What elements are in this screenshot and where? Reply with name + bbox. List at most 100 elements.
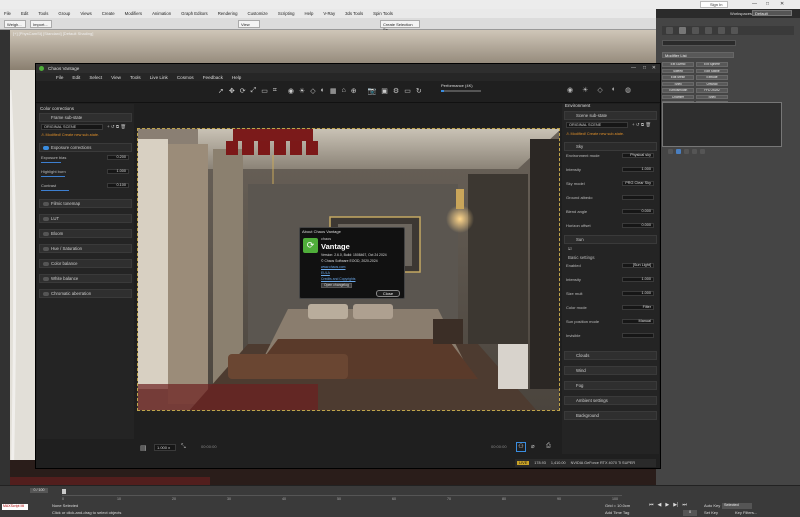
pin-stack-icon[interactable]	[668, 149, 673, 154]
snap-tool-icon[interactable]: ⌗	[273, 87, 277, 95]
sun-row-value[interactable]	[622, 333, 654, 338]
viewport-label[interactable]: [+] [PhysCamSt] [Standard] [Default Shad…	[13, 31, 93, 36]
sun-row-value[interactable]: 1.000	[622, 277, 654, 282]
sun-row-value[interactable]: Manual	[622, 319, 654, 324]
max-menu-item[interactable]: Views	[80, 11, 91, 16]
fit-icon[interactable]: ⤡	[181, 444, 186, 451]
vantage-menu-item[interactable]: Edit	[72, 75, 80, 80]
remove-modifier-icon[interactable]	[692, 149, 697, 154]
vantage-maximize-icon[interactable]: □	[643, 64, 646, 73]
vantage-menu-item[interactable]: View	[111, 75, 121, 80]
section-toggle[interactable]	[43, 202, 49, 206]
modifier-button[interactable]: Chamfer	[662, 94, 694, 99]
utilities-tab-icon[interactable]	[731, 27, 738, 34]
undo-dropdown[interactable]: Weigh...	[4, 20, 26, 28]
go-to-end-icon[interactable]: ⏭	[682, 502, 687, 508]
exposure-row-slider[interactable]	[41, 162, 61, 164]
workspace-dropdown[interactable]: Default	[752, 10, 792, 16]
light-tab-icon[interactable]: ☀	[582, 86, 588, 94]
about-close-button[interactable]: Close	[376, 290, 400, 297]
bookmark-tool-icon[interactable]: ⌂	[341, 87, 345, 95]
left-section-header[interactable]: Chromatic aberration	[39, 289, 132, 298]
max-menu-item[interactable]: Customize	[248, 11, 268, 16]
render-output-icon[interactable]: ⎙	[546, 443, 551, 450]
monitor-tool-icon[interactable]: ▭	[404, 87, 411, 95]
section-toggle[interactable]	[43, 232, 49, 236]
max-menu-item[interactable]: File	[4, 11, 11, 16]
left-section-header[interactable]: Filmic tonemap	[39, 199, 132, 208]
modifier-button[interactable]: Turbosmooth	[662, 88, 694, 93]
right-section-header[interactable]: Fog	[564, 381, 657, 390]
modifier-button[interactable]: Ext Gizmo	[662, 62, 694, 67]
max-menu-item[interactable]: Edit	[21, 11, 28, 16]
set-key-button[interactable]: Set Key	[704, 510, 718, 515]
record-icon[interactable]: ⌀	[531, 443, 535, 450]
minimize-icon[interactable]: —	[752, 1, 757, 7]
object-tool-icon[interactable]: ◇	[310, 87, 315, 95]
time-slider-thumb[interactable]	[62, 489, 66, 494]
scene-substate-section[interactable]: Scene sub-state	[564, 111, 657, 120]
zoom-dropdown[interactable]: 1.000 x	[154, 444, 176, 451]
sky-section[interactable]: Sky	[564, 142, 657, 151]
import-dropdown[interactable]: Import...	[30, 20, 52, 28]
camera-icon[interactable]: ▤	[140, 444, 147, 452]
signin-button[interactable]: Sign In	[700, 1, 728, 8]
create-tab-icon[interactable]	[666, 27, 673, 34]
modifier-button[interactable]: Edit Mesh	[662, 75, 694, 80]
modifier-button[interactable]: Edit Spline	[696, 68, 728, 73]
sky-row-value[interactable]: 1.000	[622, 167, 654, 172]
add-time-tag[interactable]: Add Time Tag	[605, 510, 629, 515]
open-changelog-button[interactable]: Open changelog	[321, 283, 352, 288]
max-menu-item[interactable]: 3ds Tools	[345, 11, 363, 16]
close-window-icon[interactable]: ✕	[780, 1, 784, 7]
exposure-row-value[interactable]: 0.100	[107, 183, 129, 188]
transform-tool-icon[interactable]: ▭	[261, 87, 268, 95]
material-tool-icon[interactable]: ◐	[321, 87, 325, 95]
scene-substate-dropdown[interactable]: ORIGINAL SCENE	[566, 122, 628, 128]
sun-section[interactable]: Sun	[564, 235, 657, 244]
render-tab-icon[interactable]: ◇	[597, 86, 602, 94]
camera-tab-icon[interactable]: ◉	[567, 86, 573, 94]
modifier-button[interactable]: Shell	[696, 94, 728, 99]
auto-key-button[interactable]: Auto Key	[704, 503, 720, 508]
timeline-ruler[interactable]: 0 10 20 30 40 50 60 70 80 90 100	[62, 495, 622, 501]
sky-row-value[interactable]: PRG Clear Sky	[622, 181, 654, 186]
about-site-link[interactable]: www.chaos.com	[321, 265, 346, 269]
exposure-toggle[interactable]	[43, 146, 49, 150]
exposure-row-slider[interactable]	[41, 176, 65, 178]
select-tool-icon[interactable]: ➚	[218, 87, 224, 95]
modifier-button[interactable]: FFD 2x2x2	[696, 88, 728, 93]
maxscript-listener[interactable]: MAXScript Mi	[2, 504, 28, 510]
display-tab-icon[interactable]	[718, 27, 725, 34]
current-frame-field[interactable]: 0	[683, 510, 697, 516]
env-tab-icon[interactable]: ◍	[625, 86, 631, 94]
sky-row-value[interactable]: 0.000	[622, 223, 654, 228]
frame-substate-section[interactable]: Frame sub-state	[39, 113, 132, 122]
show-end-result-icon[interactable]	[676, 149, 681, 154]
sun-row-value[interactable]: [Sun Light]	[622, 263, 654, 268]
modifier-button[interactable]: Unwrap	[696, 81, 728, 86]
vantage-menu-item[interactable]: Feedback	[203, 75, 223, 80]
vantage-close-icon[interactable]: ✕	[652, 64, 656, 73]
scene-substate-actions[interactable]: + ↺ ⧉ 🗑	[632, 122, 651, 128]
frame-counter[interactable]: 0 / 100	[30, 488, 48, 493]
exposure-row-slider[interactable]	[41, 190, 69, 192]
modifier-button[interactable]: Extrude	[696, 75, 728, 80]
vantage-minimize-icon[interactable]: —	[631, 64, 636, 73]
exposure-row-value[interactable]: 1.000	[107, 169, 129, 174]
max-menu-item[interactable]: Spin Tools	[373, 11, 393, 16]
light-tool-icon[interactable]: ☀	[299, 87, 305, 95]
left-section-header[interactable]: Color balance	[39, 259, 132, 268]
next-frame-icon[interactable]: ▶|	[673, 502, 678, 508]
modifier-button[interactable]: Sweep	[662, 68, 694, 73]
grid-tool-icon[interactable]: ▦	[330, 87, 337, 95]
go-to-start-icon[interactable]: ⏮	[649, 502, 654, 508]
right-section-header[interactable]: Wind	[564, 366, 657, 375]
max-menu-item[interactable]: V-Ray	[323, 11, 335, 16]
right-section-header[interactable]: Background	[564, 411, 657, 420]
max-menu-item[interactable]: Create	[102, 11, 115, 16]
max-menu-item[interactable]: Rendering	[218, 11, 238, 16]
snapshot-tool-icon[interactable]: 📷	[368, 87, 377, 95]
section-toggle[interactable]	[43, 262, 49, 266]
right-section-header[interactable]: Clouds	[564, 351, 657, 360]
